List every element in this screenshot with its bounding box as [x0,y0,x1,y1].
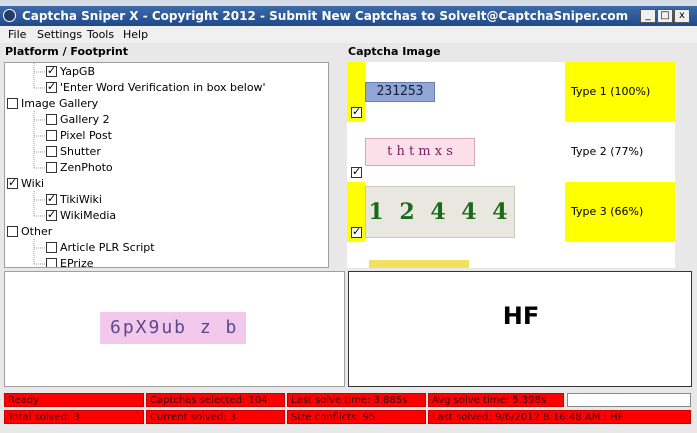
captcha-list[interactable]: 231253 Type 1 (100%) t h t m x s Type 2 … [347,62,675,268]
captcha-type-label: Type 3 (66%) [565,182,675,242]
tree-item[interactable]: TikiWiki [46,192,102,209]
item-checkbox[interactable] [46,192,57,205]
item-checkbox[interactable] [46,162,57,173]
tree-item[interactable]: Article PLR Script [46,241,155,257]
captcha-image: t h t m x s [365,138,475,166]
item-label: Shutter [60,145,101,158]
group-label: Other [21,225,53,238]
captcha-row[interactable]: 231253 Type 1 (100%) [347,62,675,122]
tree-item[interactable]: EPrize [46,257,94,268]
captcha-row[interactable]: 1 2 4 4 4 Type 3 (66%) [347,182,675,242]
item-label: Pixel Post [60,129,112,142]
item-checkbox[interactable] [46,146,57,157]
status-total-solved: Total solved: 3 [4,410,144,424]
item-checkbox[interactable] [46,80,57,93]
tree-item[interactable]: WikiMedia [46,208,117,225]
item-checkbox[interactable] [46,258,57,267]
item-checkbox[interactable] [46,64,57,77]
captcha-row[interactable]: t h t m x s Type 2 (77%) [347,122,675,182]
row-checkbox[interactable] [351,225,362,238]
group-checkbox[interactable] [7,226,18,237]
captcha-preview: 6pX9ub z b [4,271,345,387]
group-label: Wiki [21,177,45,190]
minimize-button[interactable]: _ [640,9,656,23]
tree-group[interactable]: Image Gallery [7,97,98,113]
tree-group[interactable]: Wiki [7,176,45,193]
captcha-image-partial [369,260,469,268]
item-label: Gallery 2 [60,113,110,126]
group-checkbox[interactable] [7,176,18,189]
status-current-solved: Current solved: 3 [146,410,285,424]
item-label: TikiWiki [60,193,102,206]
answer-text: HF [502,302,540,330]
title-bar: Captcha Sniper X - Copyright 2012 - Subm… [0,6,697,26]
platform-title: Platform / Footprint [5,45,129,58]
tree-item[interactable]: ZenPhoto [46,161,113,177]
menu-tools[interactable]: Tools [87,28,114,41]
item-checkbox[interactable] [46,130,57,141]
maximize-button[interactable]: □ [657,9,673,23]
tree-item[interactable]: Shutter [46,145,101,161]
row-checkbox[interactable] [351,105,362,118]
answer-panel: HF [348,271,692,387]
status-avg-solve-time: Avg solve time: 5.398s [428,393,564,407]
captcha-image: 1 2 4 4 4 [365,186,515,238]
tree-item[interactable]: Gallery 2 [46,113,110,129]
status-captchas-selected: Captchas selected: 104 [146,393,285,407]
menu-help[interactable]: Help [123,28,148,41]
item-label: WikiMedia [60,209,117,222]
tree-group[interactable]: Other [7,225,52,241]
captcha-image: 231253 [365,82,435,102]
status-last-solve-time: Last solve time: 3.885s [287,393,426,407]
captcha-type-label: Type 2 (77%) [571,145,644,158]
group-checkbox[interactable] [7,98,18,109]
item-label: 'Enter Word Verification in box below' [60,81,266,94]
menu-bar: File Settings Tools Help [0,26,697,43]
status-ready: Ready [4,393,144,407]
preview-captcha-image: 6pX9ub z b [100,312,246,344]
close-button[interactable]: x [674,9,690,23]
platform-tree[interactable]: YapGB 'Enter Word Verification in box be… [4,62,329,268]
captcha-title: Captcha Image [348,45,441,58]
row-checkbox[interactable] [351,165,362,178]
group-label: Image Gallery [21,97,99,110]
item-label: YapGB [60,65,95,78]
tree-item[interactable]: 'Enter Word Verification in box below' [46,80,266,97]
window-title: Captcha Sniper X - Copyright 2012 - Subm… [22,9,629,23]
item-checkbox[interactable] [46,242,57,253]
status-size-conflicts: Size conflicts: 95 [287,410,426,424]
item-label: EPrize [60,257,94,268]
menu-file[interactable]: File [8,28,26,41]
app-icon [3,9,16,22]
item-checkbox[interactable] [46,208,57,221]
status-last-solved: Last solved: 9/6/2012 8:16:48 AM : HF [428,410,691,424]
menu-settings[interactable]: Settings [37,28,82,41]
tree-item[interactable]: YapGB [46,64,95,81]
item-label: ZenPhoto [60,161,113,174]
captcha-type-label: Type 1 (100%) [565,62,675,122]
tree-item[interactable]: Pixel Post [46,129,112,145]
item-label: Article PLR Script [60,241,155,254]
progress-bar [567,393,691,407]
item-checkbox[interactable] [46,114,57,125]
